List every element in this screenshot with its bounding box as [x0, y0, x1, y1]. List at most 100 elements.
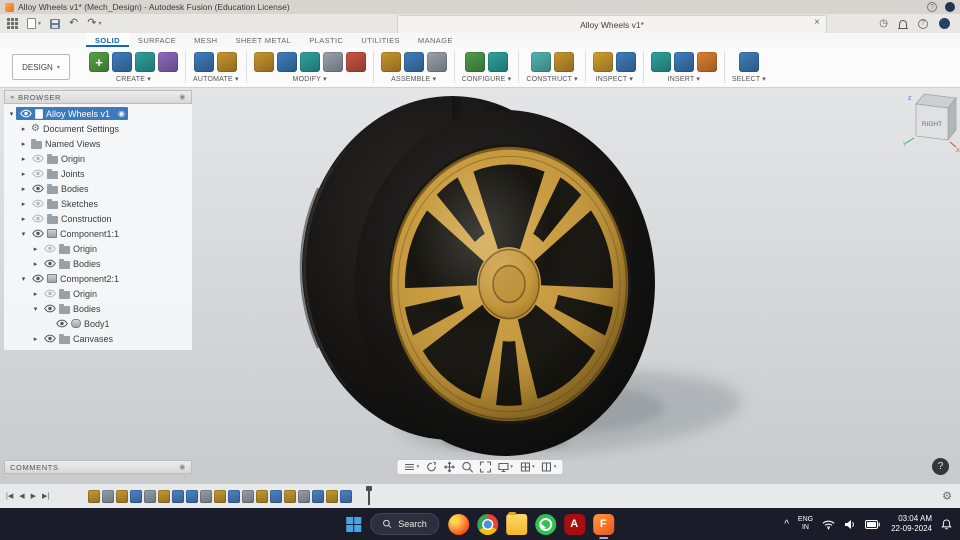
configure-menu[interactable]: CONFIGURE ▾ — [462, 75, 512, 83]
go-to-end-button[interactable]: ▶| — [42, 492, 49, 500]
timeline-feature-14[interactable] — [270, 489, 282, 503]
grid-settings-icon[interactable]: ▾ — [519, 461, 535, 473]
tab-plastic[interactable]: PLASTIC — [300, 33, 352, 47]
file-icon[interactable] — [27, 18, 36, 29]
visibility-eye-icon[interactable] — [19, 109, 32, 118]
help-menu-icon[interactable]: ? — [918, 18, 928, 29]
expand-arrow-icon[interactable]: ▸ — [19, 125, 28, 133]
document-tab[interactable]: Alloy Wheels v1* × — [397, 15, 827, 33]
expand-arrow-icon[interactable]: ▾ — [19, 275, 28, 283]
expand-arrow-icon[interactable]: ▸ — [19, 155, 28, 163]
measure-icon[interactable] — [592, 52, 613, 72]
acrobat-app-icon[interactable]: A — [563, 513, 585, 535]
timeline-feature-17[interactable] — [312, 489, 324, 503]
expand-arrow-icon[interactable]: ▸ — [19, 170, 28, 178]
insert-derive-icon[interactable] — [650, 52, 671, 72]
redo-icon[interactable]: ↷ — [87, 18, 96, 29]
windows-start-button[interactable] — [346, 516, 362, 532]
file-menu-icon[interactable]: ▾ — [403, 461, 419, 473]
job-status-icon[interactable]: ◷ — [879, 18, 888, 29]
timeline-feature-15[interactable] — [284, 489, 296, 503]
automate-menu[interactable]: AUTOMATE ▾ — [193, 75, 239, 83]
battery-icon[interactable] — [865, 519, 880, 529]
visibility-eye-icon[interactable] — [31, 199, 44, 208]
browser-item-canvases[interactable]: ▸ Canvases — [4, 331, 192, 346]
timeline-feature-5[interactable] — [144, 489, 156, 503]
tab-surface[interactable]: SURFACE — [129, 33, 185, 47]
user-avatar-icon[interactable] — [945, 2, 955, 12]
visibility-eye-icon[interactable] — [31, 214, 44, 223]
notifications-bell-icon[interactable] — [898, 19, 908, 29]
go-to-start-button[interactable]: |◀ — [6, 492, 13, 500]
modify-menu[interactable]: MODIFY ▾ — [293, 75, 327, 83]
notification-bell-icon[interactable] — [941, 518, 952, 530]
create-menu[interactable]: CREATE ▾ — [116, 75, 151, 83]
expand-arrow-icon[interactable]: ▸ — [19, 185, 28, 193]
select-menu[interactable]: SELECT ▾ — [732, 75, 766, 83]
tab-close-icon[interactable]: × — [814, 17, 820, 28]
save-icon[interactable] — [50, 18, 61, 29]
visibility-eye-icon[interactable] — [43, 244, 56, 253]
fusion-app-icon[interactable]: F — [592, 513, 614, 539]
visibility-eye-icon[interactable] — [31, 274, 44, 283]
visibility-eye-icon[interactable] — [31, 154, 44, 163]
browser-item-bodies[interactable]: ▾ Bodies — [4, 301, 192, 316]
expand-arrow-icon[interactable]: ▸ — [19, 200, 28, 208]
expand-arrow-icon[interactable]: ▸ — [31, 290, 40, 298]
whatsapp-app-icon[interactable] — [534, 513, 556, 535]
clock-date[interactable]: 03:04 AM 22-09-2024 — [891, 514, 932, 534]
expand-arrow-icon[interactable]: ▾ — [19, 230, 28, 238]
tab-manage[interactable]: MANAGE — [409, 33, 462, 47]
workspace-selector[interactable]: DESIGN ▾ — [12, 54, 70, 80]
scripts-addins-icon[interactable] — [217, 52, 238, 72]
timeline-feature-9[interactable] — [200, 489, 212, 503]
expand-arrow-icon[interactable]: ▸ — [31, 260, 40, 268]
orbit-icon[interactable] — [425, 461, 437, 473]
browser-header[interactable]: ◂ BROWSER ◉ — [4, 90, 192, 104]
browser-item-component1-1[interactable]: ▾ Component1:1 — [4, 226, 192, 241]
view-cube[interactable]: RIGHT Y X Z — [903, 93, 960, 154]
taskbar-search[interactable]: Search — [370, 513, 439, 535]
expand-arrow-icon[interactable]: ▾ — [7, 110, 16, 118]
timeline-feature-4[interactable] — [130, 489, 142, 503]
fillet-icon[interactable] — [276, 52, 297, 72]
app-grid-icon[interactable] — [7, 18, 18, 29]
shell-icon[interactable] — [299, 52, 320, 72]
expand-arrow-icon[interactable]: ▸ — [31, 245, 40, 253]
timeline-feature-11[interactable] — [228, 489, 240, 503]
visibility-eye-icon[interactable] — [31, 229, 44, 238]
help-icon[interactable]: ? — [927, 2, 937, 12]
files-app-icon[interactable] — [505, 511, 527, 535]
tab-solid[interactable]: SOLID — [86, 33, 129, 47]
timeline-playhead[interactable] — [366, 486, 372, 505]
pan-icon[interactable] — [443, 461, 455, 473]
press-pull-icon[interactable] — [253, 52, 274, 72]
visibility-eye-icon[interactable] — [55, 319, 68, 328]
insert-menu[interactable]: INSERT ▾ — [668, 75, 700, 83]
timeline-feature-2[interactable] — [102, 489, 114, 503]
step-back-button[interactable]: ◀ — [19, 492, 24, 500]
construction-plane-icon[interactable] — [530, 52, 551, 72]
visibility-eye-icon[interactable] — [31, 169, 44, 178]
select-tool-icon[interactable] — [738, 52, 759, 72]
activate-radio-icon[interactable]: ◉ — [118, 109, 125, 118]
timeline-feature-13[interactable] — [256, 489, 268, 503]
browser-item-origin[interactable]: ▸ Origin — [4, 151, 192, 166]
configuration-icon[interactable] — [465, 52, 486, 72]
tab-utilities[interactable]: UTILITIES — [352, 33, 409, 47]
browser-item-construction[interactable]: ▸ Construction — [4, 211, 192, 226]
rigid-group-icon[interactable] — [426, 52, 447, 72]
zoom-icon[interactable] — [461, 461, 473, 473]
tab-mesh[interactable]: MESH — [185, 33, 226, 47]
timeline-feature-10[interactable] — [214, 489, 226, 503]
tray-chevron-icon[interactable]: ^ — [784, 519, 789, 530]
comments-header[interactable]: COMMENTS ◉ — [4, 460, 192, 474]
browser-item-component2-1[interactable]: ▾ Component2:1 — [4, 271, 192, 286]
visibility-eye-icon[interactable] — [43, 289, 56, 298]
language-indicator[interactable]: ENG IN — [798, 516, 813, 532]
browser-item-document-settings[interactable]: ▸ ⚙ Document Settings — [4, 121, 192, 136]
timeline-feature-12[interactable] — [242, 489, 254, 503]
timeline-feature-3[interactable] — [116, 489, 128, 503]
revolve-icon[interactable] — [135, 52, 155, 72]
construct-menu[interactable]: CONSTRUCT ▾ — [526, 75, 577, 83]
